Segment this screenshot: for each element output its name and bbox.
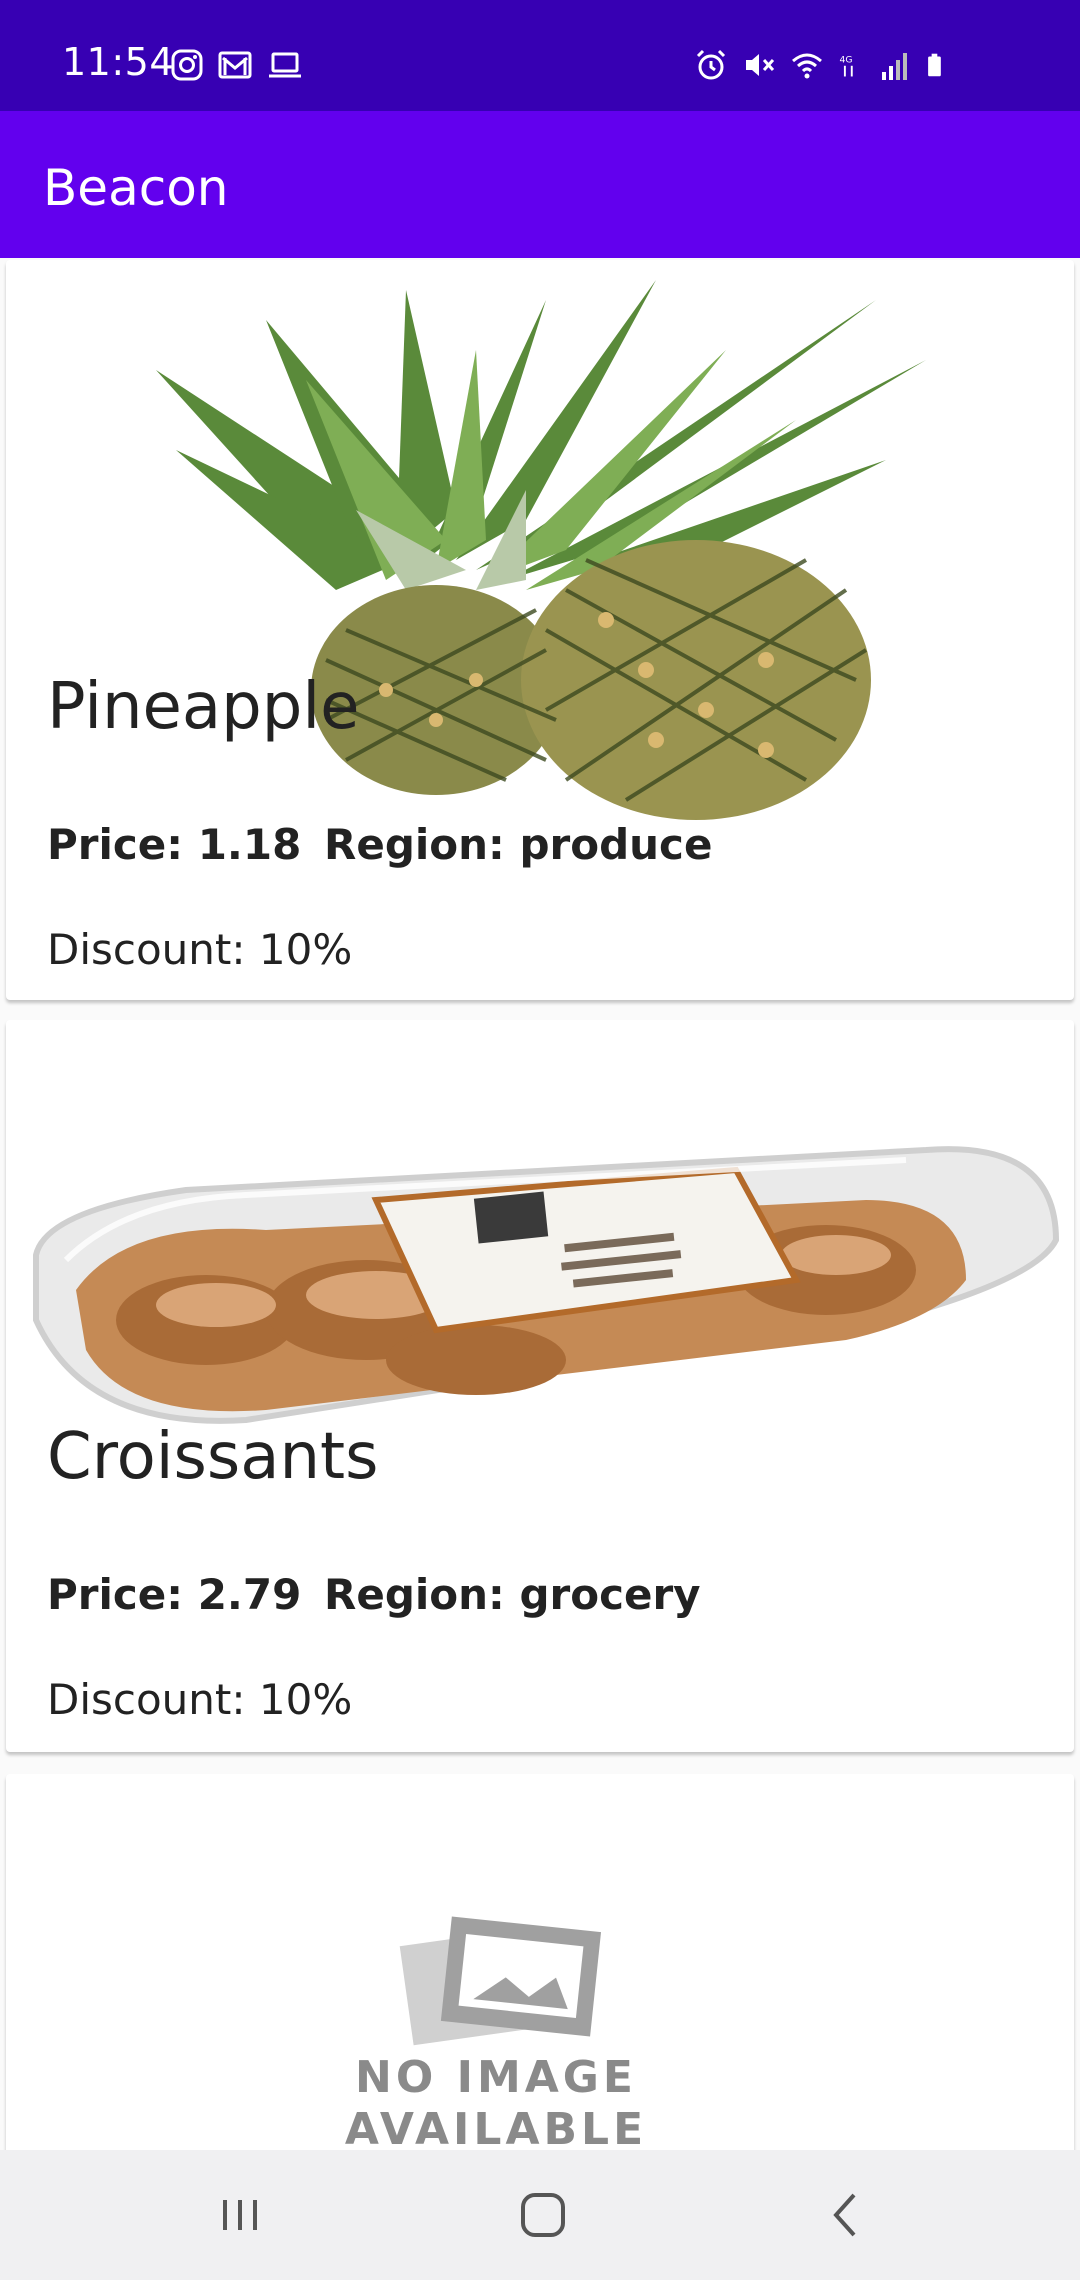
product-card[interactable]: Pineapple Price: 1.18 Region: produce Di…	[6, 260, 1074, 1000]
status-left-icons	[170, 48, 304, 82]
data-4g-icon: 4G	[840, 55, 853, 77]
svg-text:4G: 4G	[840, 55, 853, 66]
product-region: Region: produce	[324, 820, 713, 869]
price-row: Price: 2.79 Region: grocery	[47, 1570, 701, 1619]
alarm-icon	[696, 49, 726, 80]
instagram-icon	[171, 49, 203, 81]
status-right-icons: 4G	[694, 48, 950, 82]
no-image-placeholder: NO IMAGE AVAILABLE	[345, 1916, 647, 2150]
status-bar: 11:54 4G	[0, 0, 1080, 111]
product-name: Croissants	[47, 1420, 379, 1494]
product-price: Price: 1.18	[47, 820, 302, 869]
laptop-icon	[269, 52, 301, 78]
product-card[interactable]: Croissants Price: 2.79 Region: grocery D…	[6, 1020, 1074, 1752]
product-list[interactable]: Pineapple Price: 1.18 Region: produce Di…	[0, 258, 1080, 2150]
navigation-bar	[0, 2150, 1080, 2280]
signal-icon	[882, 53, 907, 80]
app-title: Beacon	[43, 159, 229, 217]
back-button[interactable]	[810, 2180, 880, 2250]
battery-icon	[928, 53, 941, 77]
price-row: Price: 1.18 Region: produce	[47, 820, 712, 869]
status-time: 11:54	[62, 40, 175, 84]
app-bar: Beacon	[0, 111, 1080, 258]
mute-icon	[746, 54, 775, 76]
croissants-image	[33, 1146, 1060, 1424]
product-discount: Discount: 10%	[47, 925, 353, 974]
wifi-icon	[792, 53, 822, 79]
product-price: Price: 2.79	[47, 1570, 302, 1619]
home-button[interactable]	[508, 2180, 578, 2250]
product-card[interactable]: NO IMAGE AVAILABLE	[6, 1774, 1074, 2150]
recents-button[interactable]	[205, 2180, 275, 2250]
available-text: AVAILABLE	[345, 2104, 647, 2150]
no-image-text: NO IMAGE	[355, 2052, 637, 2103]
product-name: Pineapple	[47, 670, 360, 744]
gmail-icon	[218, 51, 252, 79]
product-region: Region: grocery	[324, 1570, 701, 1619]
product-discount: Discount: 10%	[47, 1675, 353, 1724]
